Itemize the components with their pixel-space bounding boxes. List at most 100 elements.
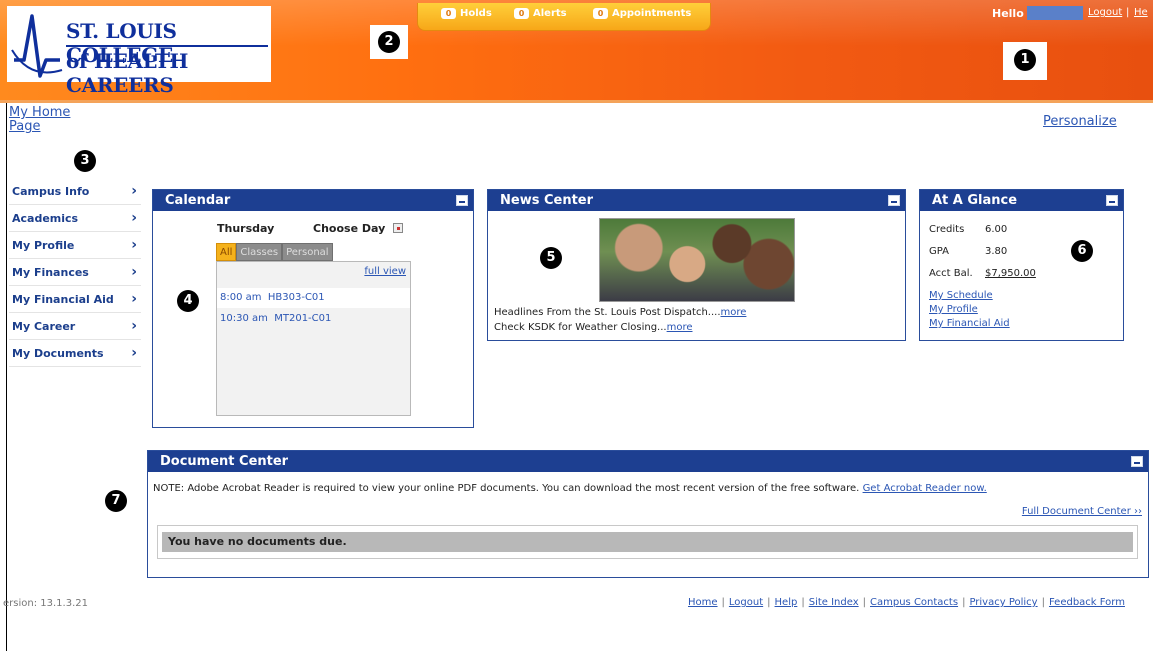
appointments-tab[interactable]: 0 Appointments [593,8,691,19]
sidebar-item-my-career[interactable]: My Career › [9,313,141,340]
get-acrobat-reader-link[interactable]: Get Acrobat Reader now. [863,483,987,494]
alerts-count-badge: 0 [514,8,529,19]
my-schedule-link[interactable]: My Schedule [929,290,993,301]
news-more-link[interactable]: more [721,307,747,318]
at-a-glance-panel: At A Glance Credits 6.00 GPA 3.80 Acct B… [919,189,1124,341]
chevron-right-icon: › [131,345,137,361]
callout-4-marker: 4 [177,290,199,312]
footer-help-link[interactable]: Help [775,597,798,608]
news-headline: Check KSDK for Weather Closing...more [494,322,693,333]
footer-site-index-link[interactable]: Site Index [809,597,859,608]
minimize-icon[interactable] [1106,195,1118,206]
minimize-icon[interactable] [888,195,900,206]
sidebar-item-label: Academics [12,211,79,225]
tab-all[interactable]: All [216,243,237,261]
document-center-header: Document Center [148,451,1148,472]
footer-separator: | [862,597,867,608]
alerts-tab-bar: 0 Holds 0 Alerts 0 Appointments [417,3,711,31]
news-headline-text: Headlines From the St. Louis Post Dispat… [494,307,721,318]
sidebar-item-academics[interactable]: Academics › [9,205,141,232]
calendar-picker-icon[interactable] [393,223,403,233]
sidebar-item-my-profile[interactable]: My Profile › [9,232,141,259]
sidebar-item-my-financial-aid[interactable]: My Financial Aid › [9,286,141,313]
header-link-separator: | [1126,7,1130,18]
calendar-event-row[interactable]: 10:30 am MT201-C01 [217,309,410,329]
sidebar-item-label: My Documents [12,346,104,360]
chevron-right-icon: › [131,318,137,334]
account-balance-link[interactable]: $7,950.00 [985,268,1036,279]
sidebar-item-campus-info[interactable]: Campus Info › [9,178,141,205]
my-home-page-link[interactable]: My Home Page [9,106,89,134]
gpa-value: 3.80 [985,246,1008,257]
header-bar: ST. LOUIS COLLEGE of HEALTH CAREERS 0 Ho… [0,0,1153,103]
credits-label: Credits [929,224,965,235]
footer-separator: | [721,597,725,608]
logo-divider [66,45,268,47]
logo-title-line2: of HEALTH CAREERS [66,49,189,97]
news-center-header: News Center [488,190,905,211]
callout-6-marker: 6 [1071,240,1093,262]
my-profile-link[interactable]: My Profile [929,304,978,315]
holds-label: Holds [460,8,492,19]
news-center-panel: News Center 5 Headlines From the St. Lou… [487,189,906,341]
calendar-filter-tabs: All Classes Personal [216,243,333,261]
document-center-title: Document Center [160,454,289,469]
event-time: 10:30 am [220,313,268,324]
calendar-event-list: full view 8:00 am HB303-C01 10:30 am MT2… [216,261,411,416]
footer-separator: | [962,597,966,608]
callout-1-marker: 1 [1014,49,1036,71]
minimize-icon[interactable] [1131,456,1143,467]
college-logo[interactable]: ST. LOUIS COLLEGE of HEALTH CAREERS [7,6,271,97]
news-headline-text: Check KSDK for Weather Closing... [494,322,667,333]
logout-link[interactable]: Logout [1088,7,1122,18]
sidebar-item-label: My Profile [12,238,75,252]
chevron-right-icon: › [131,237,137,253]
credits-value: 6.00 [985,224,1008,235]
sidebar-item-label: My Career [12,319,76,333]
acrobat-note-text: NOTE: Adobe Acrobat Reader is required t… [153,483,860,494]
footer-feedback-form-link[interactable]: Feedback Form [1049,597,1125,608]
news-center-title: News Center [500,193,594,208]
tab-personal[interactable]: Personal [282,243,333,261]
minimize-icon[interactable] [456,195,468,206]
help-link[interactable]: He [1134,7,1148,18]
my-financial-aid-link[interactable]: My Financial Aid [929,318,1010,329]
gpa-label: GPA [929,246,949,257]
heartbeat-logo-icon [11,14,63,78]
account-balance-label: Acct Bal. [929,268,973,279]
footer-separator: | [1041,597,1045,608]
footer-logout-link[interactable]: Logout [729,597,763,608]
footer-privacy-policy-link[interactable]: Privacy Policy [969,597,1037,608]
full-view-link[interactable]: full view [364,266,406,277]
calendar-header: Calendar [153,190,473,211]
tab-classes[interactable]: Classes [236,243,283,261]
alerts-tab[interactable]: 0 Alerts [514,8,567,19]
sidebar-item-my-documents[interactable]: My Documents › [9,340,141,367]
at-a-glance-header: At A Glance [920,190,1123,211]
callout-5-marker: 5 [540,247,562,269]
holds-count-badge: 0 [441,8,456,19]
callout-7-marker: 7 [105,490,127,512]
chevron-right-icon: › [131,210,137,226]
news-more-link[interactable]: more [667,322,693,333]
personalize-link[interactable]: Personalize [1043,114,1117,129]
user-name-redacted [1027,6,1083,20]
chevron-right-icon: › [131,291,137,307]
calendar-day-label: Thursday [217,222,275,235]
footer-campus-contacts-link[interactable]: Campus Contacts [870,597,958,608]
footer-home-link[interactable]: Home [688,597,718,608]
news-photo[interactable] [599,218,795,302]
sidebar-item-my-finances[interactable]: My Finances › [9,259,141,286]
sidebar-item-label: My Financial Aid [12,292,114,306]
footer-links: Home | Logout | Help | Site Index | Campus Conta… [688,597,1125,608]
calendar-event-row[interactable]: 8:00 am HB303-C01 [217,288,410,308]
event-course: HB303-C01 [267,292,325,303]
holds-tab[interactable]: 0 Holds [441,8,492,19]
acrobat-note: NOTE: Adobe Acrobat Reader is required t… [153,483,987,494]
full-document-center-link[interactable]: Full Document Center ›› [1022,506,1142,517]
hello-greeting: Hello [992,7,1024,20]
news-headline: Headlines From the St. Louis Post Dispat… [494,307,746,318]
callout-3-marker: 3 [74,150,96,172]
footer-separator: | [767,597,771,608]
event-time: 8:00 am [220,292,262,303]
